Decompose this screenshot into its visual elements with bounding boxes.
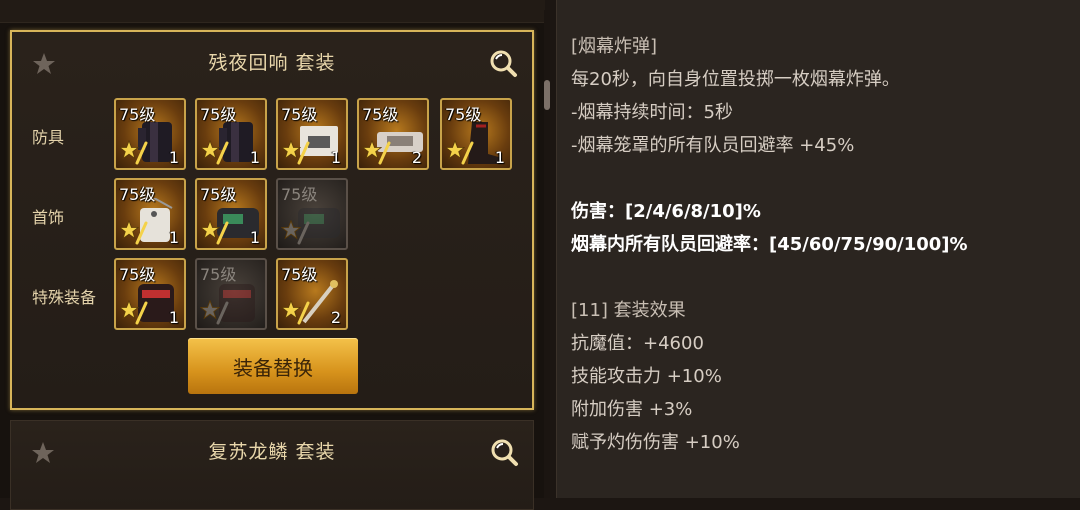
- upgrade-slash-icon: [216, 141, 229, 165]
- item-count: 1: [168, 308, 179, 327]
- description-line: 每20秒，向自身位置投掷一枚烟幕炸弹。: [571, 69, 900, 90]
- row-label-armor: 防具: [32, 128, 65, 147]
- equipment-set-list: 残夜回响 套装 防具 首饰 特殊装备 75级 1 75级 1 75级 1 75级 2 75级 1 7…: [0, 0, 545, 510]
- item-level: 75级: [281, 265, 318, 284]
- upgrade-slash-icon: [297, 141, 310, 165]
- equipment-slot[interactable]: 75级 1: [195, 98, 267, 170]
- item-level: 75级: [281, 185, 318, 204]
- upgrade-slash-icon: [461, 141, 474, 165]
- previous-panel-edge: [0, 0, 545, 23]
- equipment-swap-button[interactable]: 装备替换: [188, 338, 358, 394]
- description-line: -烟幕笼罩的所有队员回避率 +45%: [571, 135, 855, 156]
- equipment-slot[interactable]: 75级 1: [114, 178, 186, 250]
- item-level: 75级: [200, 105, 237, 124]
- item-level: 75级: [119, 265, 156, 284]
- upgrade-slash-icon: [216, 221, 229, 245]
- equipment-slot[interactable]: 75级: [195, 258, 267, 330]
- item-count: 1: [168, 228, 179, 247]
- item-count: 1: [249, 148, 260, 167]
- set-description-panel: [烟幕炸弹] 每20秒，向自身位置投掷一枚烟幕炸弹。 -烟幕持续时间：5秒 -烟幕笼罩…: [556, 0, 1080, 498]
- item-count: 1: [249, 228, 260, 247]
- equipment-slot[interactable]: 75级 1: [114, 98, 186, 170]
- item-count: 2: [330, 308, 341, 327]
- item-count: 1: [168, 148, 179, 167]
- description-line: [11] 套装效果: [571, 300, 686, 321]
- upgrade-slash-icon: [297, 301, 310, 325]
- item-count: 1: [494, 148, 505, 167]
- item-level: 75级: [119, 105, 156, 124]
- description-line: 伤害：[2/4/6/8/10]%: [571, 201, 761, 222]
- search-icon[interactable]: [488, 48, 518, 78]
- equipment-slot[interactable]: 75级: [276, 178, 348, 250]
- row-label-special: 特殊装备: [32, 288, 97, 307]
- upgrade-slash-icon: [297, 221, 310, 245]
- description-line: 技能攻击力 +10%: [571, 366, 722, 387]
- description-line: 赋予灼伤伤害 +10%: [571, 432, 740, 453]
- description-line: [烟幕炸弹]: [571, 36, 658, 57]
- equipment-slot[interactable]: 75级 1: [440, 98, 512, 170]
- description-line: -烟幕持续时间：5秒: [571, 102, 733, 123]
- set-panel-header: 复苏龙鳞 套装: [11, 421, 533, 481]
- item-level: 75级: [200, 185, 237, 204]
- upgrade-slash-icon: [135, 221, 148, 245]
- item-level: 75级: [200, 265, 237, 284]
- equipment-slot[interactable]: 75级 2: [357, 98, 429, 170]
- set-panel-header: 残夜回响 套装: [12, 32, 532, 92]
- description-line: 抗魔值：+4600: [571, 333, 704, 354]
- equipment-slot[interactable]: 75级 1: [114, 258, 186, 330]
- row-label-accessory: 首饰: [32, 208, 65, 227]
- set-title: 残夜回响 套装: [208, 52, 336, 74]
- item-level: 75级: [281, 105, 318, 124]
- description-line: 烟幕内所有队员回避率：[45/60/75/90/100]%: [571, 234, 968, 255]
- set-panel-active[interactable]: 残夜回响 套装 防具 首饰 特殊装备 75级 1 75级 1 75级 1 75级 2 75级 1 7…: [10, 30, 534, 410]
- item-count: 1: [330, 148, 341, 167]
- search-icon[interactable]: [489, 437, 519, 467]
- upgrade-slash-icon: [135, 141, 148, 165]
- equipment-slot[interactable]: 75级 1: [195, 178, 267, 250]
- equipment-slot[interactable]: 75级 2: [276, 258, 348, 330]
- scrollbar-thumb[interactable]: [544, 80, 550, 110]
- item-level: 75级: [445, 105, 482, 124]
- set-title: 复苏龙鳞 套装: [208, 441, 336, 463]
- equipment-slot[interactable]: 75级 1: [276, 98, 348, 170]
- description-line: 附加伤害 +3%: [571, 399, 693, 420]
- set-panel-collapsed[interactable]: 复苏龙鳞 套装: [10, 420, 534, 510]
- item-count: 2: [411, 148, 422, 167]
- upgrade-slash-icon: [216, 301, 229, 325]
- item-level: 75级: [119, 185, 156, 204]
- upgrade-slash-icon: [378, 141, 391, 165]
- item-level: 75级: [362, 105, 399, 124]
- upgrade-slash-icon: [135, 301, 148, 325]
